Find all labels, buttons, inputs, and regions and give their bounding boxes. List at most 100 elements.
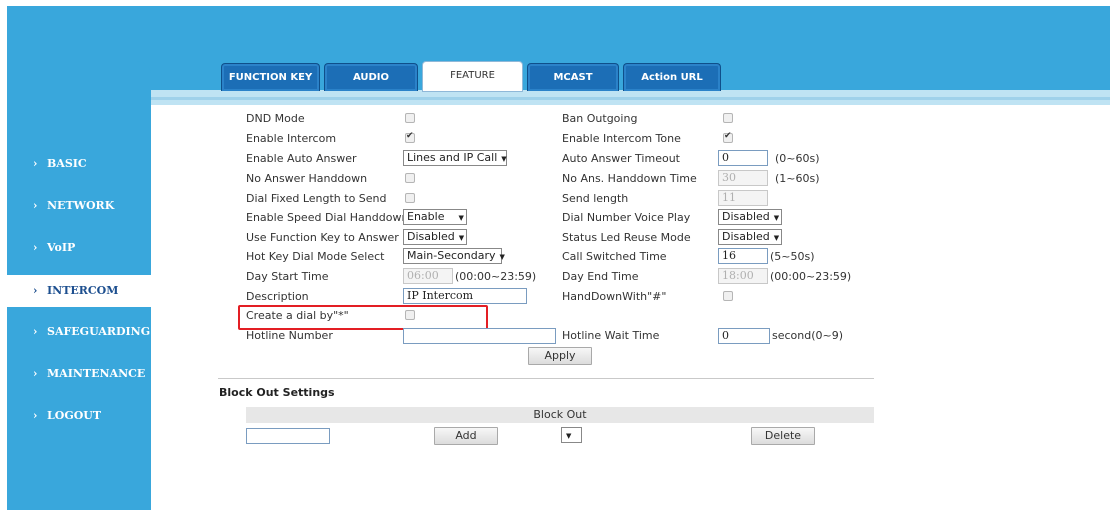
function-key-answer-value: Disabled — [407, 230, 455, 243]
speed-dial-handdown-label: Enable Speed Dial Handdown — [246, 211, 409, 224]
sidebar-item-label: SAFEGUARDING — [47, 325, 151, 338]
sidebar-item-label: LOGOUT — [47, 409, 102, 422]
hotline-number-input[interactable] — [403, 328, 556, 344]
sidebar-item-label: NETWORK — [47, 199, 115, 212]
handdown-with-hash-checkbox[interactable] — [723, 291, 733, 301]
speed-dial-handdown-select[interactable]: Enable ▼ — [403, 209, 467, 225]
dial-number-voice-play-label: Dial Number Voice Play — [562, 211, 691, 224]
dropdown-arrow-icon: ▼ — [773, 214, 780, 222]
dropdown-arrow-icon: ▼ — [458, 214, 464, 222]
sidebar-item-logout[interactable]: › LOGOUT — [7, 401, 151, 431]
send-length-input[interactable]: 11 — [718, 190, 768, 206]
call-switched-time-unit: (5~50s) — [770, 250, 815, 263]
no-answer-handdown-checkbox[interactable] — [405, 173, 415, 183]
dropdown-arrow-icon: ▼ — [566, 432, 572, 440]
auto-answer-select[interactable]: Lines and IP Call ▼ — [403, 150, 507, 166]
chevron-right-icon: › — [33, 157, 38, 170]
status-led-reuse-select[interactable]: Disabled ▼ — [718, 229, 782, 245]
dial-fixed-length-label: Dial Fixed Length to Send — [246, 192, 387, 205]
dropdown-arrow-icon: ▼ — [773, 234, 780, 242]
sidebar-item-safeguarding[interactable]: › SAFEGUARDING — [7, 317, 151, 347]
day-end-time-unit: (00:00~23:59) — [770, 270, 852, 283]
day-start-time-label: Day Start Time — [246, 270, 329, 283]
chevron-right-icon: › — [33, 367, 38, 380]
tab-mcast[interactable]: MCAST — [527, 63, 619, 91]
dropdown-arrow-icon: ▼ — [499, 253, 505, 261]
block-out-settings-title: Block Out Settings — [219, 386, 335, 399]
chevron-right-icon: › — [33, 241, 38, 254]
description-label: Description — [246, 290, 309, 303]
chevron-right-icon: › — [33, 284, 38, 297]
dropdown-arrow-icon: ▼ — [458, 234, 465, 242]
sidebar-item-network[interactable]: › NETWORK — [7, 191, 151, 221]
sidebar-item-intercom[interactable]: › INTERCOM — [7, 275, 155, 307]
no-ans-handdown-time-label: No Ans. Handdown Time — [562, 172, 697, 185]
section-divider — [218, 378, 874, 379]
dial-fixed-length-checkbox[interactable] — [405, 193, 415, 203]
handdown-with-hash-label: HandDownWith"#" — [562, 290, 667, 303]
sidebar-item-maintenance[interactable]: › MAINTENANCE — [7, 359, 151, 389]
hotline-wait-time-label: Hotline Wait Time — [562, 329, 660, 342]
hotline-wait-time-input[interactable]: 0 — [718, 328, 770, 344]
day-end-time-label: Day End Time — [562, 270, 639, 283]
block-out-select[interactable]: ▼ — [561, 427, 582, 443]
tab-audio[interactable]: AUDIO — [324, 63, 418, 91]
enable-intercom-label: Enable Intercom — [246, 132, 337, 145]
hotkey-dial-mode-select[interactable]: Main-Secondary ▼ — [403, 248, 505, 264]
enable-intercom-tone-label: Enable Intercom Tone — [562, 132, 681, 145]
enable-intercom-checkbox[interactable] — [405, 131, 415, 143]
enable-auto-answer-label: Enable Auto Answer — [246, 152, 357, 165]
delete-button[interactable]: Delete — [751, 427, 815, 445]
dnd-mode-checkbox[interactable] — [405, 113, 415, 123]
dnd-mode-label: DND Mode — [246, 112, 305, 125]
no-ans-handdown-time-input[interactable]: 30 — [718, 170, 768, 186]
ban-outgoing-label: Ban Outgoing — [562, 112, 638, 125]
send-length-label: Send length — [562, 192, 629, 205]
hotkey-dial-mode-value: Main-Secondary — [407, 249, 496, 262]
day-end-time-input[interactable]: 18:00 — [718, 268, 768, 284]
hotline-number-label: Hotline Number — [246, 329, 333, 342]
dial-number-voice-play-select[interactable]: Disabled ▼ — [718, 209, 782, 225]
sidebar: › BASIC › NETWORK › VoIP › INTERCOM › SAFEGUA… — [7, 61, 155, 510]
header-strip-line — [151, 97, 1110, 100]
hotkey-dial-mode-label: Hot Key Dial Mode Select — [246, 250, 385, 263]
function-key-answer-select[interactable]: Disabled ▼ — [403, 229, 467, 245]
auto-answer-timeout-input[interactable]: 0 — [718, 150, 768, 166]
sidebar-item-label: INTERCOM — [47, 284, 119, 297]
sidebar-item-label: BASIC — [47, 157, 87, 170]
chevron-right-icon: › — [33, 325, 38, 338]
description-input[interactable]: IP Intercom — [403, 288, 527, 304]
add-button[interactable]: Add — [434, 427, 498, 445]
sidebar-item-basic[interactable]: › BASIC — [7, 149, 151, 179]
tab-action-url[interactable]: Action URL — [623, 63, 721, 91]
block-out-column-header: Block Out — [246, 407, 874, 423]
dropdown-arrow-icon: ▼ — [501, 155, 507, 163]
ban-outgoing-checkbox[interactable] — [723, 113, 733, 123]
tab-feature[interactable]: FEATURE — [422, 61, 523, 92]
hotline-wait-time-unit: second(0~9) — [772, 329, 844, 342]
day-start-time-unit: (00:00~23:59) — [455, 270, 537, 283]
no-ans-handdown-time-unit: (1~60s) — [775, 172, 820, 185]
sidebar-item-label: MAINTENANCE — [47, 367, 146, 380]
day-start-time-input[interactable]: 06:00 — [403, 268, 453, 284]
status-led-reuse-label: Status Led Reuse Mode — [562, 231, 691, 244]
tab-function-key[interactable]: FUNCTION KEY — [221, 63, 320, 91]
status-led-reuse-value: Disabled — [722, 230, 770, 243]
chevron-right-icon: › — [33, 409, 38, 422]
auto-answer-timeout-label: Auto Answer Timeout — [562, 152, 680, 165]
call-switched-time-input[interactable]: 16 — [718, 248, 768, 264]
chevron-right-icon: › — [33, 199, 38, 212]
no-answer-handdown-label: No Answer Handdown — [246, 172, 368, 185]
sidebar-item-label: VoIP — [47, 241, 76, 254]
function-key-answer-label: Use Function Key to Answer — [246, 231, 399, 244]
dial-number-voice-play-value: Disabled — [722, 210, 770, 223]
speed-dial-handdown-value: Enable — [407, 210, 445, 223]
call-switched-time-label: Call Switched Time — [562, 250, 667, 263]
auto-answer-select-value: Lines and IP Call — [407, 151, 498, 164]
highlight-box — [238, 305, 488, 330]
enable-intercom-tone-checkbox[interactable] — [723, 131, 733, 143]
block-out-input[interactable] — [246, 428, 330, 444]
apply-button[interactable]: Apply — [528, 347, 592, 365]
sidebar-item-voip[interactable]: › VoIP — [7, 233, 151, 263]
auto-answer-timeout-unit: (0~60s) — [775, 152, 820, 165]
